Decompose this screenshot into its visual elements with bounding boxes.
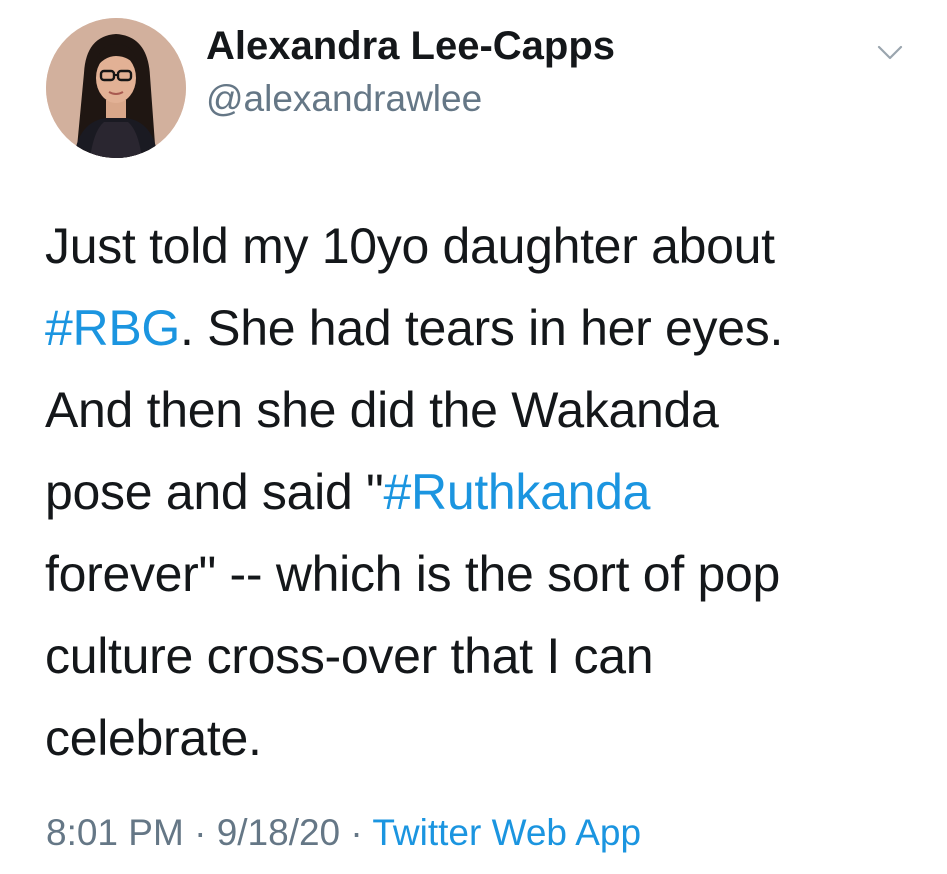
meta-separator: · bbox=[183, 812, 217, 853]
tweet-text-segment: pose and said " bbox=[45, 464, 384, 520]
tweet-text-segment: And then she did the Wakanda bbox=[45, 382, 719, 438]
hashtag-link[interactable]: #Ruthkanda bbox=[384, 464, 651, 520]
meta-separator: · bbox=[340, 812, 373, 853]
tweet-text-segment: forever" -- which is the sort of pop bbox=[45, 546, 781, 602]
hashtag-link[interactable]: #RBG bbox=[45, 300, 180, 356]
author-display-name[interactable]: Alexandra Lee-Capps bbox=[206, 24, 615, 69]
tweet-text-line: pose and said "#Ruthkanda bbox=[45, 451, 925, 533]
avatar[interactable] bbox=[46, 18, 186, 158]
tweet-meta: 8:01 PM · 9/18/20 · Twitter Web App bbox=[46, 812, 641, 854]
tweet-time[interactable]: 8:01 PM bbox=[46, 812, 184, 853]
tweet-text-line: #RBG. She had tears in her eyes. bbox=[45, 287, 925, 369]
tweet-card: Alexandra Lee-Capps @alexandrawlee Just … bbox=[0, 0, 947, 874]
tweet-text-line: forever" -- which is the sort of pop bbox=[45, 533, 925, 615]
profile-photo-icon bbox=[46, 18, 186, 158]
tweet-text-segment: celebrate. bbox=[45, 710, 262, 766]
tweet-text-line: And then she did the Wakanda bbox=[45, 369, 925, 451]
tweet-source-link[interactable]: Twitter Web App bbox=[372, 812, 641, 853]
tweet-text-line: culture cross-over that I can bbox=[45, 615, 925, 697]
tweet-text: Just told my 10yo daughter about #RBG. Sh… bbox=[45, 205, 925, 779]
tweet-text-segment: culture cross-over that I can bbox=[45, 628, 654, 684]
tweet-text-line: Just told my 10yo daughter about bbox=[45, 205, 925, 287]
tweet-text-segment: Just told my 10yo daughter about bbox=[45, 218, 775, 274]
tweet-menu-button[interactable] bbox=[870, 38, 910, 68]
tweet-text-line: celebrate. bbox=[45, 697, 925, 779]
tweet-date[interactable]: 9/18/20 bbox=[217, 812, 340, 853]
chevron-down-icon bbox=[877, 45, 903, 60]
tweet-text-segment: . She had tears in her eyes. bbox=[179, 300, 784, 356]
author-handle[interactable]: @alexandrawlee bbox=[206, 78, 482, 120]
